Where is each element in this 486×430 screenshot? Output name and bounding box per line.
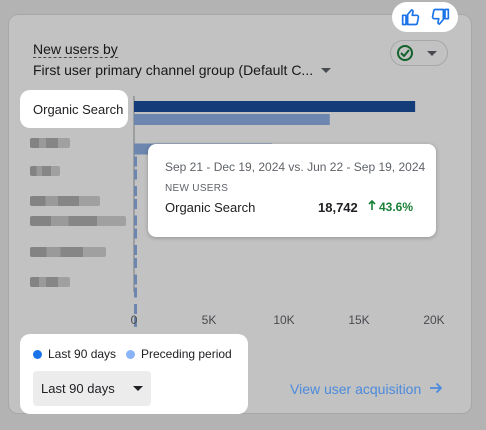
legend-label: Last 90 days [48, 347, 117, 361]
chevron-down-icon [132, 386, 143, 391]
tooltip-date-range: Sep 21 - Dec 19, 2024 vs. Jun 22 - Sep 1… [165, 160, 426, 174]
chart-tooltip: Sep 21 - Dec 19, 2024 vs. Jun 22 - Sep 1… [148, 144, 436, 237]
thumb-down-icon[interactable] [430, 7, 450, 27]
tooltip-change-value: 43.6% [379, 200, 414, 214]
tooltip-channel: Organic Search [165, 200, 256, 215]
tooltip-metric: NEW USERS [165, 183, 229, 194]
date-range-select[interactable]: Last 90 days [33, 371, 151, 406]
legend-dot [126, 349, 135, 359]
row-label-organic-search: Organic Search [20, 90, 128, 128]
link-label: View user acquisition [290, 381, 422, 397]
legend-item-previous[interactable]: Preceding period [126, 347, 232, 361]
legend-dot [33, 349, 42, 359]
tooltip-change: 43.6% [368, 199, 414, 214]
tooltip-value: 18,742 [318, 200, 358, 215]
feedback-buttons [392, 2, 458, 32]
legend-panel: Last 90 days Preceding period Last 90 da… [20, 334, 248, 414]
date-range-value: Last 90 days [41, 381, 115, 396]
legend-label: Preceding period [141, 347, 232, 361]
thumb-up-icon[interactable] [401, 7, 421, 27]
row-label-text: Organic Search [33, 101, 124, 117]
arrow-up-icon [368, 199, 376, 214]
legend-item-current[interactable]: Last 90 days [33, 347, 116, 361]
view-user-acquisition-link[interactable]: View user acquisition [290, 381, 443, 397]
arrow-right-icon [429, 381, 443, 397]
